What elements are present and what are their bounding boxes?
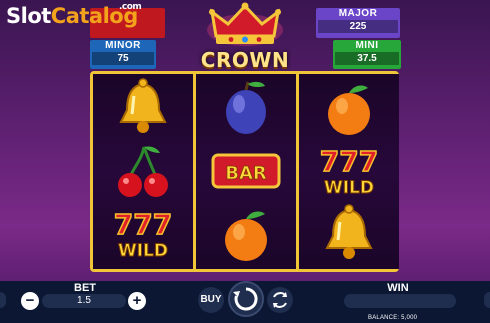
orange-icon — [328, 85, 370, 135]
reel-2: BAR — [196, 74, 296, 269]
jackpot-minor-value: 75 — [92, 52, 154, 65]
spin-icon — [233, 287, 258, 311]
jackpot-major: MAJOR 225 — [316, 8, 400, 38]
win-label: WIN — [387, 282, 409, 294]
bell-icon — [119, 78, 167, 133]
balance-text: BALANCE: 5,000 — [368, 315, 418, 321]
bet-value: 1.5 — [77, 295, 91, 306]
jackpot-major-label: MAJOR — [338, 8, 378, 19]
wild-777-icon: 777 WILD — [113, 207, 173, 261]
plum-icon — [226, 81, 266, 134]
wild-text: WILD — [118, 241, 168, 261]
reel-1: 777 WILD — [93, 74, 193, 269]
autoplay-icon — [273, 292, 287, 308]
cherries-icon — [118, 146, 168, 197]
bar-text: BAR — [225, 163, 267, 184]
jackpot-major-value: 225 — [318, 20, 398, 33]
crown-icon — [207, 2, 283, 46]
bar-icon: BAR — [211, 153, 281, 189]
bell-icon — [325, 204, 373, 259]
orange-icon — [225, 211, 267, 261]
jackpot-mini-value: 37.5 — [335, 52, 399, 65]
reel-grid: 777 WILD BAR 777 WILD — [90, 71, 399, 272]
win-display — [344, 294, 456, 308]
jackpot-minor-label: MINOR — [105, 40, 141, 51]
jackpot-mini: MINI 37.5 — [333, 40, 401, 69]
watermark-dotcom: .com — [119, 2, 142, 12]
increase-bet-button[interactable]: + — [128, 292, 146, 310]
sevens-text: 777 — [114, 208, 172, 241]
spin-button[interactable] — [228, 281, 264, 317]
reel-3: 777 WILD — [299, 74, 399, 269]
buy-feature-button[interactable]: BUY — [198, 287, 224, 313]
watermark-part1: Slot — [6, 4, 51, 28]
menu-handle-right[interactable] — [484, 292, 490, 308]
autoplay-button[interactable] — [267, 287, 293, 313]
bet-label: BET — [74, 282, 96, 294]
slotcatalog-watermark: SlotCatalog .com — [6, 2, 142, 28]
jackpot-minor: MINOR 75 — [90, 40, 156, 69]
wild-text: WILD — [324, 178, 374, 198]
decrease-bet-button[interactable]: − — [21, 292, 39, 310]
wild-777-icon: 777 WILD — [319, 144, 379, 198]
jackpot-mini-label: MINI — [355, 40, 379, 51]
sevens-text: 777 — [320, 145, 378, 178]
